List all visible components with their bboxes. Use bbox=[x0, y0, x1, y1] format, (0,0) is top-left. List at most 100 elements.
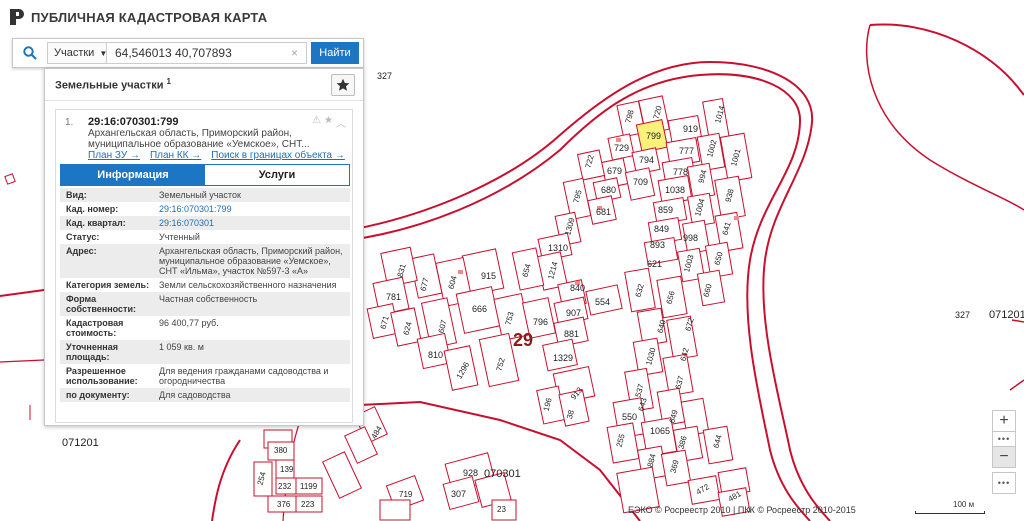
quarter-label: 327 bbox=[377, 71, 393, 81]
zoom-in-button[interactable]: + bbox=[992, 410, 1016, 432]
info-row-cadastral-number: Кад. номер: 29:16:070301:799 bbox=[60, 202, 350, 216]
parcel-label[interactable]: 307 bbox=[451, 489, 466, 499]
parcel-label[interactable]: 859 bbox=[658, 205, 673, 215]
parcel-label[interactable]: 680 bbox=[601, 185, 616, 195]
parcel-label[interactable]: 621 bbox=[647, 259, 662, 269]
field-label: по документу: bbox=[66, 390, 130, 400]
search-button[interactable]: Найти bbox=[311, 42, 359, 64]
result-address: Архангельская область, Приморский район,… bbox=[88, 128, 310, 150]
zoom-out-button[interactable]: − bbox=[992, 446, 1016, 468]
result-card[interactable]: 1. 29:16:070301:799 Архангельская област… bbox=[55, 109, 353, 423]
search-input[interactable]: 64,546013 40,707893 × bbox=[107, 42, 307, 64]
parcel-label[interactable]: 709 bbox=[633, 177, 648, 187]
parcel-label[interactable]: 232 bbox=[278, 482, 291, 491]
search-bar: Участки ▼ 64,546013 40,707893 × Найти bbox=[12, 38, 364, 68]
info-tabs: Информация Услуги bbox=[60, 164, 350, 186]
field-value: Частная собственность bbox=[159, 294, 258, 304]
quarter-label: 327 bbox=[955, 310, 971, 320]
parcel-label[interactable]: 998 bbox=[683, 233, 698, 243]
tab-services[interactable]: Услуги bbox=[205, 165, 349, 185]
info-row-status: Статус: Учтенный bbox=[60, 230, 350, 244]
field-value: Для садоводства bbox=[159, 390, 231, 400]
parcel-label[interactable]: 840 bbox=[570, 283, 585, 293]
field-label: Форма собственности: bbox=[66, 294, 136, 314]
field-label: Вид: bbox=[66, 190, 87, 200]
chevron-up-icon[interactable]: ︿ bbox=[336, 115, 346, 130]
parcel-label[interactable]: 376 bbox=[277, 500, 290, 509]
info-row-cadastral-value: Кадастровая стоимость: 96 400,77 руб. bbox=[60, 316, 350, 340]
info-row-cadastral-quarter: Кад. квартал: 29:16:070301 bbox=[60, 216, 350, 230]
panel-title-text: Земельные участки bbox=[55, 79, 164, 92]
parcel-label[interactable]: 554 bbox=[595, 297, 610, 307]
result-card-header: 1. 29:16:070301:799 Архангельская област… bbox=[56, 110, 352, 162]
result-cadastral-id[interactable]: 29:16:070301:799 bbox=[88, 116, 179, 128]
parcel-label[interactable]: 550 bbox=[622, 412, 637, 422]
parcel-label[interactable]: 380 bbox=[274, 446, 287, 455]
link-parcel-plan[interactable]: План ЗУ → bbox=[88, 150, 140, 161]
parcel-label[interactable]: 907 bbox=[566, 308, 581, 318]
parcel-label[interactable]: 778 bbox=[673, 167, 688, 177]
parcel-label[interactable]: 777 bbox=[679, 146, 694, 156]
parcel-label[interactable]: 794 bbox=[639, 155, 654, 165]
parcel-label[interactable]: 928 bbox=[463, 468, 478, 478]
block-label: 29 bbox=[513, 330, 534, 350]
parcel-label[interactable]: 1310 bbox=[548, 243, 568, 253]
parcel-label[interactable]: 1199 bbox=[300, 482, 317, 491]
link-search-in-bounds[interactable]: Поиск в границах объекта → bbox=[211, 150, 345, 161]
info-row-permitted-use: Разрешенное использование: Для ведения гр… bbox=[60, 364, 350, 388]
link-quarter-plan[interactable]: План КК → bbox=[150, 150, 201, 161]
field-value: Для ведения гражданами садоводства и ого… bbox=[159, 366, 329, 386]
panel-header: Земельные участки 1 bbox=[45, 69, 363, 101]
scale-label: 100 м bbox=[953, 500, 975, 509]
parcel-label[interactable]: 1065 bbox=[650, 426, 670, 436]
parcel-label[interactable]: 679 bbox=[607, 166, 622, 176]
field-value: Архангельская область, Приморский район,… bbox=[159, 246, 343, 276]
parcel-label[interactable]: 915 bbox=[481, 271, 496, 281]
info-row-by-document: по документу: Для садоводства bbox=[60, 388, 350, 402]
scale-bar-line bbox=[915, 511, 985, 514]
quarter-label: 070301 bbox=[484, 468, 521, 480]
search-icon[interactable] bbox=[13, 39, 47, 67]
parcel-label[interactable]: 919 bbox=[683, 124, 698, 134]
quarter-label: 071201 bbox=[989, 309, 1024, 321]
field-label: Кадастровая стоимость: bbox=[66, 318, 124, 338]
parcel-label[interactable]: 796 bbox=[533, 317, 548, 327]
parcel-label[interactable]: 681 bbox=[596, 207, 611, 217]
field-label: Категория земель: bbox=[66, 280, 150, 290]
search-type-select[interactable]: Участки ▼ bbox=[47, 42, 107, 64]
parcel-label[interactable]: 881 bbox=[564, 329, 579, 339]
warning-icon[interactable]: ⚠ bbox=[312, 115, 321, 130]
parcel-label[interactable]: 719 bbox=[399, 490, 412, 499]
app-title: ПУБЛИЧНАЯ КАДАСТРОВАЯ КАРТА bbox=[31, 9, 268, 25]
close-icon[interactable]: × bbox=[291, 46, 298, 60]
star-icon[interactable]: ★ bbox=[324, 115, 333, 130]
parcel-label[interactable]: 139 bbox=[280, 465, 293, 474]
panel-title: Земельные участки 1 bbox=[55, 77, 171, 92]
parcel-label[interactable]: 729 bbox=[614, 143, 629, 153]
field-label: Статус: bbox=[66, 232, 100, 242]
results-panel: Земельные участки 1 1. 29:16:070301:799 … bbox=[44, 68, 364, 426]
cadastral-quarter-link[interactable]: 29:16:070301 bbox=[155, 216, 350, 230]
parcel-label[interactable]: 810 bbox=[428, 350, 443, 360]
cadastral-number-link[interactable]: 29:16:070301:799 bbox=[155, 202, 350, 216]
tab-information[interactable]: Информация bbox=[61, 165, 205, 185]
field-label: Разрешенное использование: bbox=[66, 366, 138, 386]
info-row-land-category: Категория земель: Земли сельскохозяйствен… bbox=[60, 278, 350, 292]
field-label: Кад. номер: bbox=[66, 204, 119, 214]
parcel-label[interactable]: 893 bbox=[650, 240, 665, 250]
more-tools-button[interactable]: ••• bbox=[992, 472, 1016, 494]
info-row-area: Уточненная площадь: 1 059 кв. м bbox=[60, 340, 350, 364]
field-value: Земельный участок bbox=[159, 190, 241, 200]
parcel-label[interactable]: 781 bbox=[386, 292, 401, 302]
scale-bar: 100 м bbox=[915, 500, 985, 514]
parcel-label[interactable]: 223 bbox=[301, 500, 314, 509]
parcel-label[interactable]: 849 bbox=[654, 224, 669, 234]
parcel-label[interactable]: 1329 bbox=[553, 353, 573, 363]
zoom-slider-handle[interactable]: ••• bbox=[992, 432, 1016, 446]
selected-parcel-label[interactable]: 799 bbox=[646, 131, 661, 141]
parcel-label[interactable]: 666 bbox=[472, 304, 487, 314]
zoom-control: + ••• − bbox=[992, 410, 1016, 468]
parcel-label[interactable]: 23 bbox=[497, 505, 506, 514]
parcel-label[interactable]: 1038 bbox=[665, 185, 685, 195]
favorite-button[interactable] bbox=[331, 74, 355, 96]
